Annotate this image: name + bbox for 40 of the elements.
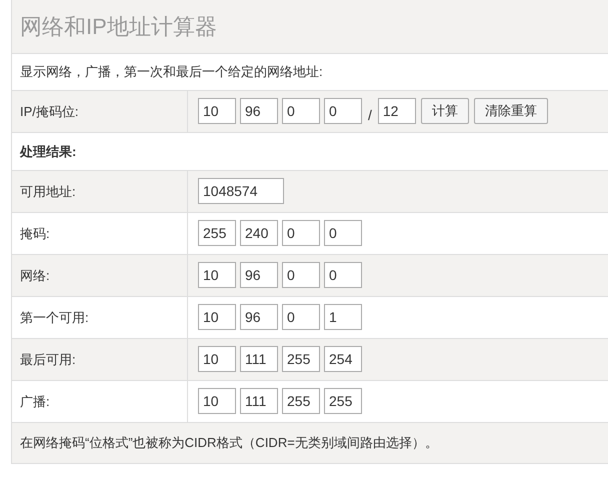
field-label: 最后可用:: [20, 352, 76, 367]
field-label: IP/掩码位:: [20, 104, 79, 119]
input-field[interactable]: 254: [324, 346, 362, 372]
input-field[interactable]: 0: [282, 220, 320, 246]
input-field[interactable]: 0: [282, 304, 320, 330]
input-field[interactable]: 12: [378, 98, 416, 124]
field-label: 第一个可用:: [20, 310, 89, 325]
input-field[interactable]: 0: [324, 98, 362, 124]
input-field[interactable]: 0: [324, 220, 362, 246]
input-field[interactable]: 96: [240, 98, 278, 124]
input-field[interactable]: 255: [198, 220, 236, 246]
input-field[interactable]: 0: [282, 98, 320, 124]
input-field[interactable]: 10: [198, 388, 236, 414]
input-field[interactable]: 10: [198, 304, 236, 330]
footnote-text: 在网络掩码“位格式”也被称为CIDR格式（CIDR=无类别域间路由选择）。: [20, 434, 438, 452]
field-label: 掩码:: [20, 226, 50, 241]
separator-text: /: [367, 106, 373, 124]
field-label: 网络:: [20, 268, 50, 283]
input-field[interactable]: 255: [282, 388, 320, 414]
field-label: 广播:: [20, 394, 50, 409]
action-button[interactable]: 计算: [420, 98, 469, 124]
input-field[interactable]: 0: [282, 262, 320, 288]
description-text: 显示网络，广播，第一次和最后一个给定的网络地址:: [20, 63, 323, 82]
input-field[interactable]: 1: [324, 304, 362, 330]
section-heading: 处理结果:: [20, 142, 76, 161]
input-field[interactable]: 96: [240, 304, 278, 330]
input-field[interactable]: 10: [198, 262, 236, 288]
input-field[interactable]: 1048574: [198, 178, 284, 204]
input-field[interactable]: 240: [240, 220, 278, 246]
input-field[interactable]: 10: [198, 346, 236, 372]
field-label: 可用地址:: [20, 184, 76, 199]
input-field[interactable]: 96: [240, 262, 278, 288]
page-title: 网络和IP地址计算器: [20, 13, 217, 41]
input-field[interactable]: 0: [324, 262, 362, 288]
input-field[interactable]: 255: [324, 388, 362, 414]
input-field[interactable]: 255: [282, 346, 320, 372]
action-button[interactable]: 清除重算: [474, 98, 548, 124]
input-field[interactable]: 10: [198, 98, 236, 124]
input-field[interactable]: 111: [240, 346, 278, 372]
input-field[interactable]: 111: [240, 388, 278, 414]
